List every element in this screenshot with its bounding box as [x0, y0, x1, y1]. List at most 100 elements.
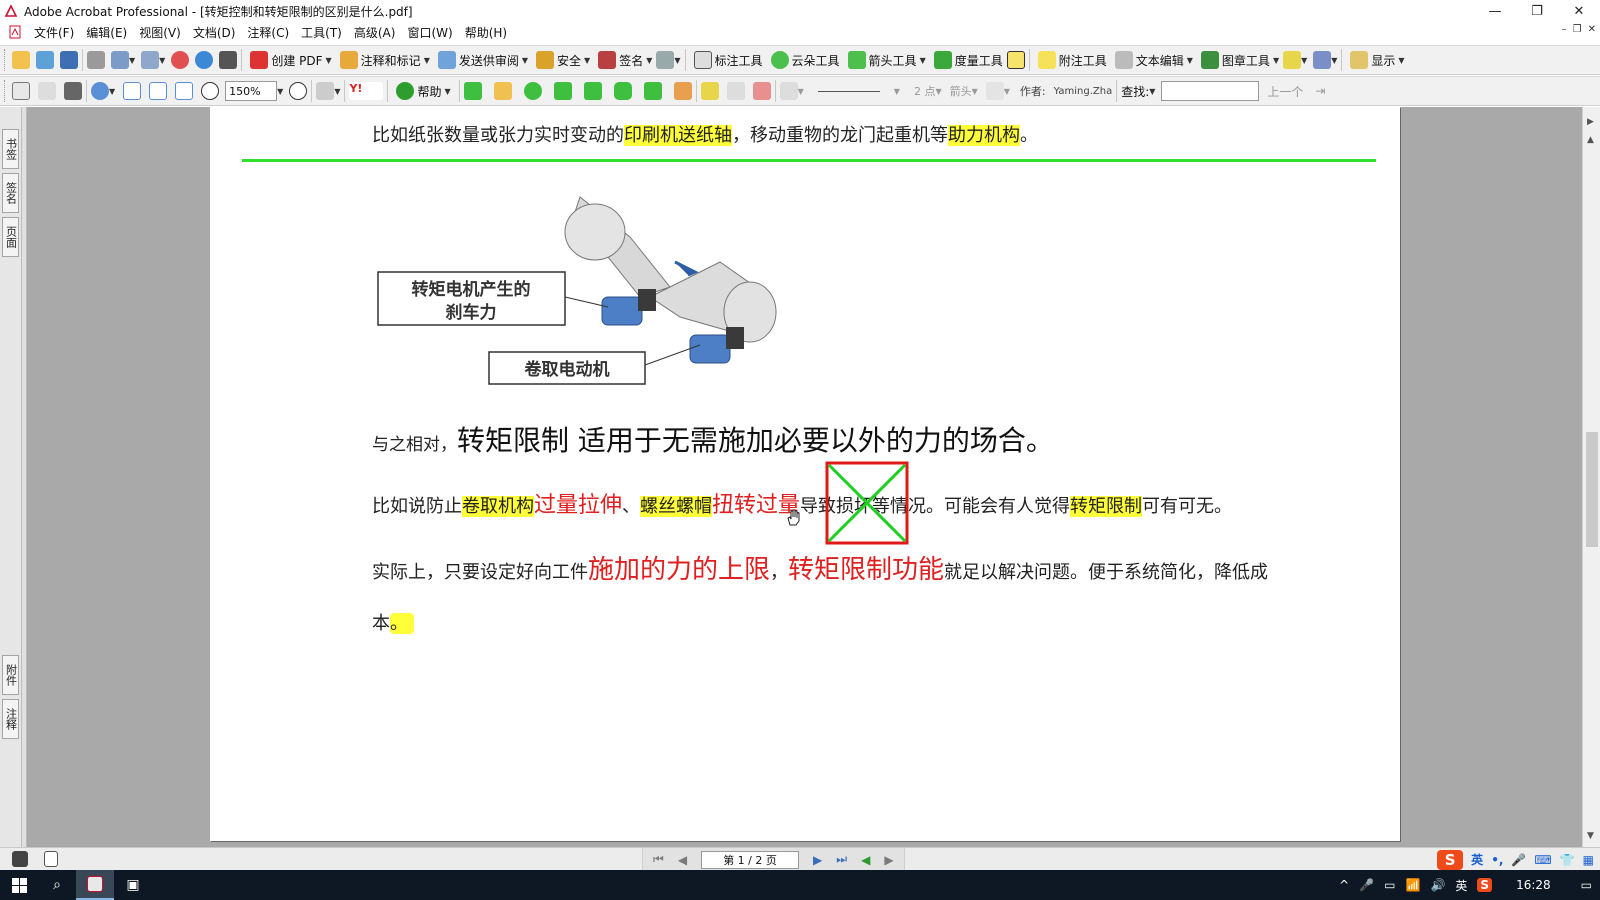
help-button[interactable]: 帮助 ▼ [392, 79, 454, 103]
attach-file-icon[interactable] [1313, 51, 1332, 69]
last-page-icon[interactable]: ⏭ [836, 852, 847, 867]
display-button[interactable]: 显示 ▼ [1346, 48, 1408, 72]
highlight-screw-nut[interactable]: 螺丝螺帽 [640, 496, 713, 517]
open-folder-icon[interactable] [12, 51, 30, 69]
tab-signatures[interactable]: 签名 [2, 173, 19, 213]
rectangle-icon[interactable] [493, 82, 512, 100]
pane-splitter[interactable] [22, 107, 27, 847]
pane-toggle-icon[interactable] [12, 851, 28, 867]
scroll-down-icon[interactable]: ▼ [1587, 831, 1594, 841]
polyline-icon[interactable] [583, 82, 602, 100]
ime-mode[interactable]: 英 [1471, 851, 1483, 868]
forms-icon[interactable] [656, 51, 675, 69]
highlight-assist-mechanism[interactable]: 助力机构 [948, 125, 1020, 146]
menu-file[interactable]: 文件(F) [28, 24, 80, 41]
ime-microphone-icon[interactable]: 🎤 [1511, 853, 1526, 867]
line-weight[interactable]: 2 点 [914, 83, 936, 99]
menu-advanced[interactable]: 高级(A) [348, 24, 402, 41]
arrow-tool-button[interactable]: 箭头工具 ▼ [844, 48, 930, 72]
pencil-icon[interactable] [643, 82, 662, 100]
highlight-end[interactable]: 。 [390, 613, 414, 634]
ime-punctuation[interactable]: •, [1491, 853, 1503, 867]
clock[interactable]: 16:28 [1516, 878, 1551, 892]
cloud-tool-button[interactable]: 云朵工具 [767, 48, 844, 72]
cross-box-annotation[interactable] [825, 461, 909, 545]
polygon-icon[interactable] [613, 82, 632, 100]
doc-restore-button[interactable]: ❐ [1573, 24, 1582, 35]
minimize-button[interactable]: — [1474, 0, 1516, 22]
tray-network-icon[interactable]: 📶 [1405, 878, 1420, 892]
save-icon[interactable] [60, 51, 78, 69]
doc-minimize-button[interactable]: – [1562, 24, 1567, 35]
text-edit-button[interactable]: 文本编辑 ▼ [1111, 48, 1197, 72]
comment-markup-button[interactable]: 注释和标记 ▼ [336, 48, 434, 72]
yahoo-icon[interactable]: Y! [349, 82, 384, 100]
menu-window[interactable]: 窗口(W) [401, 24, 458, 41]
ime-skin-icon[interactable]: 👕 [1560, 853, 1575, 867]
toolbar2-grip[interactable] [4, 80, 8, 102]
previous-page-icon[interactable]: ◀ [678, 853, 687, 867]
vertical-scrollbar[interactable]: ▶ ▲ ▼ [1582, 107, 1600, 847]
zoom-out-icon[interactable] [201, 82, 220, 100]
green-line-annotation[interactable] [242, 159, 1376, 162]
note-tool-button[interactable]: 附注工具 [1034, 48, 1111, 72]
menu-help[interactable]: 帮助(H) [459, 24, 513, 41]
select-text-icon[interactable] [38, 82, 56, 100]
menu-edit[interactable]: 编辑(E) [80, 24, 133, 41]
fit-page-icon[interactable] [149, 82, 168, 100]
next-page-icon[interactable]: ▶ [813, 853, 822, 867]
tray-volume-icon[interactable]: 🔊 [1430, 878, 1445, 892]
tab-bookmarks[interactable]: 书签 [2, 129, 19, 169]
tray-battery-icon[interactable]: ▭ [1384, 878, 1395, 892]
notifications-icon[interactable]: ▭ [1581, 878, 1592, 892]
strikeout-text-icon[interactable] [752, 82, 771, 100]
first-page-icon[interactable]: ⏮ [653, 852, 664, 867]
ime-toolbox-icon[interactable]: ▦ [1583, 853, 1594, 867]
zoom-plus-icon[interactable] [289, 82, 308, 100]
panel-toggle-icon[interactable]: ▶ [1587, 117, 1594, 127]
sogou-ime-icon[interactable]: S [1437, 849, 1464, 870]
tray-language[interactable]: 英 [1455, 877, 1467, 894]
line-arrow-icon[interactable] [463, 82, 482, 100]
hand-tool-icon[interactable] [12, 82, 30, 100]
doc-close-button[interactable]: ✕ [1588, 24, 1596, 35]
tray-overflow-icon[interactable]: ^ [1339, 878, 1349, 892]
create-pdf-button[interactable]: 创建 PDF ▼ [246, 48, 335, 72]
text-box-icon[interactable] [1006, 51, 1025, 69]
opacity-icon[interactable] [985, 82, 1004, 100]
arrow-style[interactable]: 箭头 [950, 83, 972, 99]
go-back-icon[interactable]: ◀ [861, 853, 870, 867]
underline-text-icon[interactable] [726, 82, 745, 100]
email-icon[interactable] [111, 51, 129, 69]
menu-view[interactable]: 视图(V) [133, 24, 187, 41]
measure-tool-button[interactable]: 度量工具 [930, 48, 1007, 72]
binoculars-icon[interactable] [219, 51, 238, 69]
search-button[interactable]: ⌕ [38, 870, 76, 900]
menu-document[interactable]: 文档(D) [187, 24, 242, 41]
highlight-tool-icon[interactable] [1283, 51, 1302, 69]
eraser-icon[interactable] [673, 82, 692, 100]
stamp-tool-button[interactable]: 图章工具 ▼ [1197, 48, 1283, 72]
web-capture-icon[interactable] [171, 51, 190, 69]
find-input[interactable] [1161, 81, 1260, 101]
ime-keyboard-icon[interactable]: ⌨ [1534, 853, 1551, 867]
callout-tool-button[interactable]: 标注工具 [690, 48, 767, 72]
tab-pages[interactable]: 页面 [2, 217, 19, 257]
page-layout-icon[interactable] [44, 851, 58, 867]
highlight-torque-limit[interactable]: 转矩限制 [1070, 496, 1143, 517]
fit-width-icon[interactable] [175, 82, 194, 100]
toolbar-grip[interactable] [4, 49, 8, 71]
print-icon[interactable] [87, 51, 105, 69]
taskbar-recorder[interactable]: ▣ [114, 870, 152, 900]
find-next-icon[interactable]: ⇥ [1315, 84, 1325, 98]
border-color-icon[interactable] [779, 82, 798, 100]
tab-attachments[interactable]: 附件 [2, 655, 19, 695]
actual-size-icon[interactable] [123, 82, 142, 100]
menu-tools[interactable]: 工具(T) [295, 24, 348, 41]
rotate-icon[interactable] [316, 82, 335, 100]
tab-comments[interactable]: 注释 [2, 699, 19, 739]
highlight-winding[interactable]: 卷取机构 [462, 496, 534, 517]
scroll-up-icon[interactable]: ▲ [1587, 135, 1594, 145]
oval-icon[interactable] [523, 82, 542, 100]
go-forward-icon[interactable]: ▶ [884, 853, 893, 867]
